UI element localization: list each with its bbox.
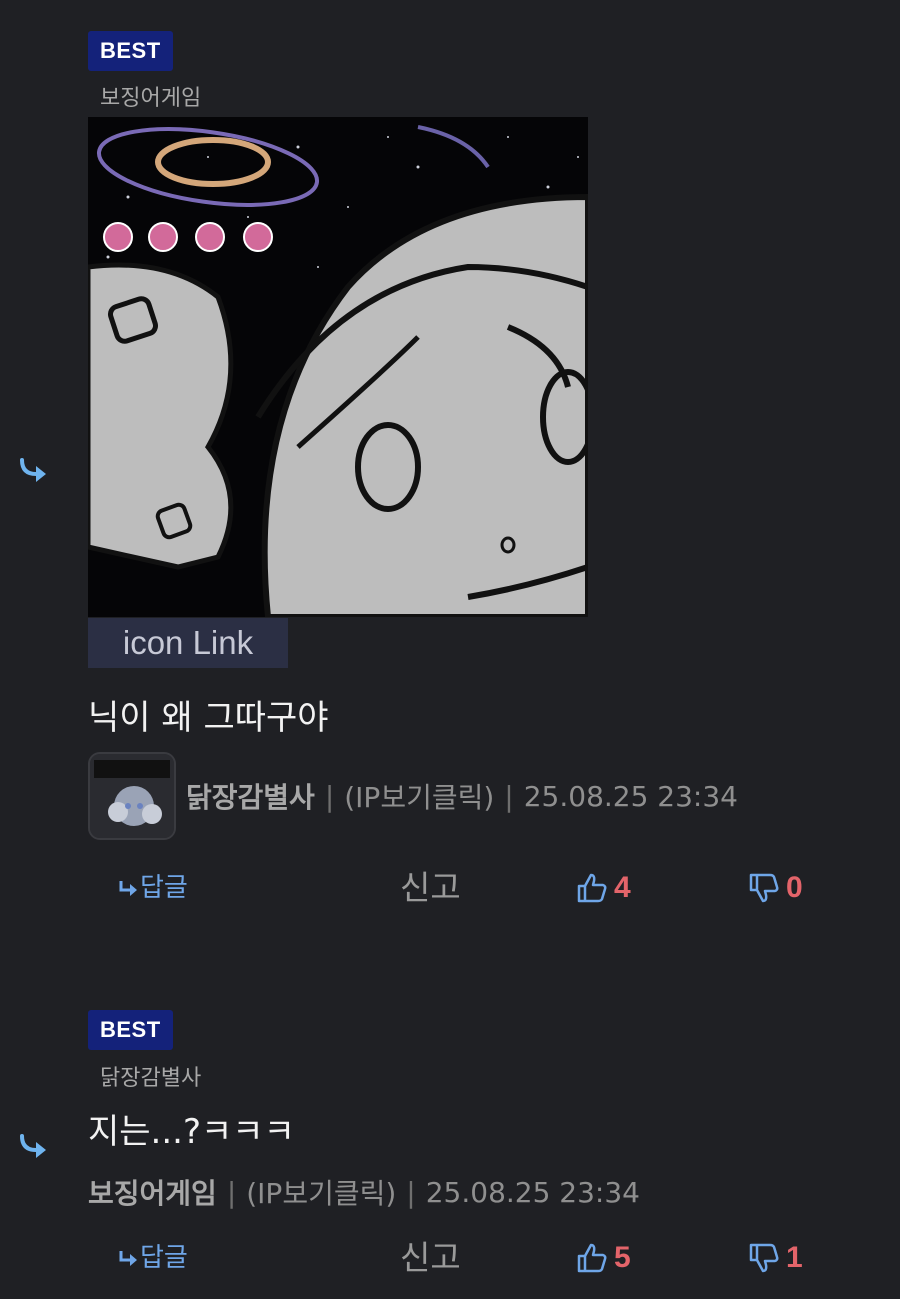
thumbs-down-icon	[749, 873, 779, 903]
comment-text: 닉이 왜 그따구야	[88, 698, 329, 738]
reply-arrow-icon	[119, 1251, 137, 1266]
author-name[interactable]: 보징어게임	[88, 1172, 217, 1212]
comment-image[interactable]	[88, 117, 588, 617]
image-link-caption[interactable]: icon Link	[88, 618, 288, 668]
dislike-count: 1	[786, 1241, 803, 1274]
like-count: 4	[614, 871, 631, 904]
like-button[interactable]: 5	[576, 1233, 631, 1283]
like-button[interactable]: 4	[576, 863, 631, 913]
reply-button[interactable]: 답글	[118, 863, 188, 913]
dislike-button[interactable]: 0	[748, 863, 803, 913]
ip-view-link[interactable]: (IP보기클릭)	[344, 776, 494, 816]
best-badge: BEST	[88, 1010, 173, 1050]
reply-label: 답글	[140, 873, 188, 903]
best-badge: BEST	[88, 31, 173, 71]
thumbs-up-icon	[577, 873, 607, 903]
avatar[interactable]	[88, 752, 176, 840]
timestamp: 25.08.25 23:34	[523, 779, 738, 813]
comment-meta: 닭장감별사 | (IP보기클릭) | 25.08.25 23:34	[88, 752, 738, 840]
comment-actions: 답글 신고 4 0	[0, 863, 900, 913]
author-name[interactable]: 닭장감별사	[186, 776, 315, 816]
reply-arrow-icon	[18, 456, 50, 490]
thumbs-down-icon	[749, 1243, 779, 1273]
reply-arrow-icon	[18, 1132, 50, 1166]
comment-meta: 보징어게임 | (IP보기클릭) | 25.08.25 23:34	[88, 1172, 640, 1212]
report-button[interactable]: 신고	[400, 863, 461, 913]
comment-text: 지는...?ㅋㅋㅋ	[88, 1112, 295, 1152]
reply-label: 답글	[140, 1243, 188, 1273]
meta-separator: |	[504, 779, 514, 813]
reply-target-name[interactable]: 닭장감별사	[100, 1060, 201, 1092]
ip-view-link[interactable]: (IP보기클릭)	[246, 1172, 396, 1212]
reply-button[interactable]: 답글	[118, 1233, 188, 1283]
thumbs-up-icon	[577, 1243, 607, 1273]
reply-target-name[interactable]: 보징어게임	[100, 80, 201, 112]
meta-separator: |	[406, 1175, 416, 1209]
like-count: 5	[614, 1241, 631, 1274]
timestamp: 25.08.25 23:34	[425, 1175, 640, 1209]
meta-separator: |	[226, 1175, 237, 1209]
dislike-count: 0	[786, 871, 803, 904]
report-button[interactable]: 신고	[400, 1233, 461, 1283]
dislike-button[interactable]: 1	[748, 1233, 803, 1283]
meta-separator: |	[324, 779, 335, 813]
comment-actions: 답글 신고 5 1	[0, 1233, 900, 1283]
reply-arrow-icon	[119, 881, 137, 896]
